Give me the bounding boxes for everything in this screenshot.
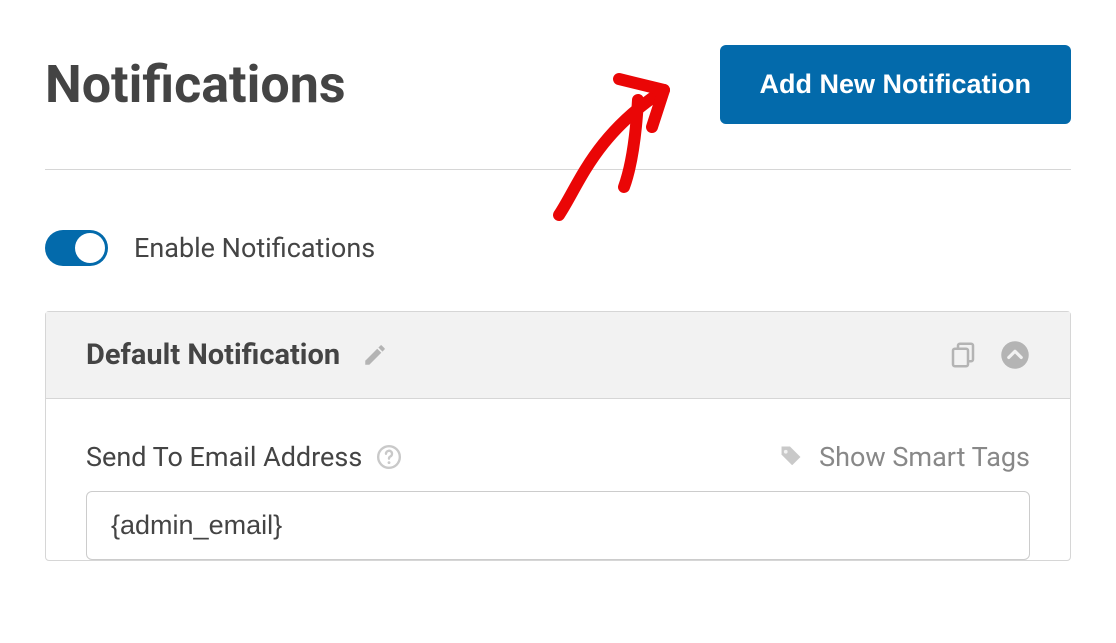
notification-card-body: Send To Email Address xyxy=(46,399,1070,560)
tag-icon xyxy=(777,443,805,471)
duplicate-icon[interactable] xyxy=(948,340,978,370)
section-divider xyxy=(45,169,1071,170)
notification-title: Default Notification xyxy=(86,338,340,372)
show-smart-tags-link[interactable]: Show Smart Tags xyxy=(777,441,1030,473)
show-smart-tags-label: Show Smart Tags xyxy=(819,441,1030,473)
send-to-label: Send To Email Address xyxy=(86,441,362,473)
edit-icon[interactable] xyxy=(362,342,388,368)
send-to-email-input[interactable] xyxy=(86,491,1030,560)
notification-card: Default Notification xyxy=(45,311,1071,561)
add-new-notification-button[interactable]: Add New Notification xyxy=(720,45,1072,124)
notification-card-header: Default Notification xyxy=(46,312,1070,399)
page-title: Notifications xyxy=(45,54,346,115)
enable-notifications-toggle[interactable] xyxy=(45,230,108,266)
collapse-icon[interactable] xyxy=(1000,340,1030,370)
toggle-knob xyxy=(75,233,105,263)
enable-notifications-label: Enable Notifications xyxy=(134,232,375,264)
help-icon[interactable] xyxy=(376,444,402,470)
